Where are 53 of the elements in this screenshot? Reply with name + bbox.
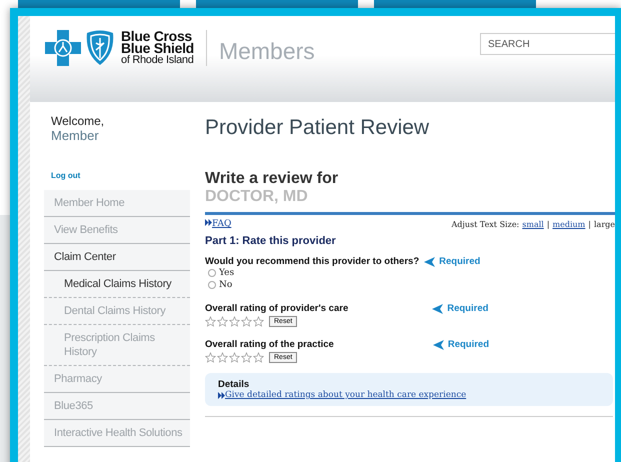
- star-icon[interactable]: [229, 352, 240, 363]
- logo-text: Blue Cross: [121, 30, 192, 42]
- page-title: Provider Patient Review: [205, 116, 430, 140]
- provider-name: DOCTOR, MD: [205, 188, 309, 206]
- star-icon[interactable]: [205, 352, 216, 363]
- logo-text: Blue Shield: [121, 42, 194, 54]
- text-size-link[interactable]: large: [594, 220, 615, 228]
- background-tab[interactable]: [374, 0, 536, 8]
- text-size-label: Adjust Text Size:: [451, 220, 520, 228]
- section-title: Members: [218, 38, 315, 65]
- user-name: Member: [50, 128, 100, 143]
- star-icon[interactable]: [241, 316, 252, 327]
- shield-logo-icon: [85, 30, 115, 66]
- required-label: Required: [447, 303, 488, 314]
- cross-logo-icon: [45, 30, 81, 66]
- required-label: Required: [439, 256, 480, 267]
- star-icon[interactable]: [253, 352, 264, 363]
- radio-option[interactable]: Yes: [208, 267, 615, 279]
- logo-text: of Rhode Island: [121, 54, 194, 66]
- required-label: Required: [448, 339, 490, 350]
- question-label: Overall rating of the practice: [205, 339, 334, 350]
- nav-subitem[interactable]: Medical Claims History: [44, 271, 190, 298]
- star-icon[interactable]: [217, 352, 228, 363]
- search-field[interactable]: SEARCH: [480, 33, 615, 55]
- nav-item[interactable]: Claim Center: [44, 244, 190, 271]
- welcome-text: Welcome,: [50, 114, 106, 128]
- details-title: Details: [218, 379, 250, 390]
- chevron-icon: [205, 219, 212, 226]
- star-icon[interactable]: [229, 316, 240, 327]
- text-size-link[interactable]: medium: [552, 220, 586, 228]
- background-tab[interactable]: [196, 0, 358, 8]
- star-icon[interactable]: [241, 352, 252, 363]
- review-heading: Write a review for: [205, 170, 340, 188]
- chevron-icon: [218, 392, 225, 398]
- radio-option[interactable]: No: [208, 279, 615, 291]
- question-label: Overall rating of provider's care: [205, 303, 348, 314]
- radio-button[interactable]: [208, 269, 216, 277]
- radio-button[interactable]: [208, 281, 216, 289]
- star-icon[interactable]: [217, 316, 228, 327]
- text-size-link[interactable]: small: [522, 220, 544, 228]
- star-icon[interactable]: [253, 316, 264, 327]
- logout-link[interactable]: Log out: [44, 171, 190, 180]
- star-icon[interactable]: [205, 316, 216, 327]
- separator: |: [588, 220, 591, 228]
- separator: |: [546, 220, 550, 228]
- section-heading: Part 1: Rate this provider: [205, 235, 337, 247]
- arrow-icon: [424, 256, 436, 266]
- background-tab[interactable]: [18, 0, 180, 8]
- faq-link[interactable]: FAQ: [205, 219, 232, 229]
- question-label: Would you recommend this provider to others?: [205, 256, 420, 267]
- details-link[interactable]: Give detailed ratings about your health care experience: [218, 390, 600, 400]
- arrow-icon: [432, 340, 444, 350]
- arrow-icon: [432, 304, 444, 314]
